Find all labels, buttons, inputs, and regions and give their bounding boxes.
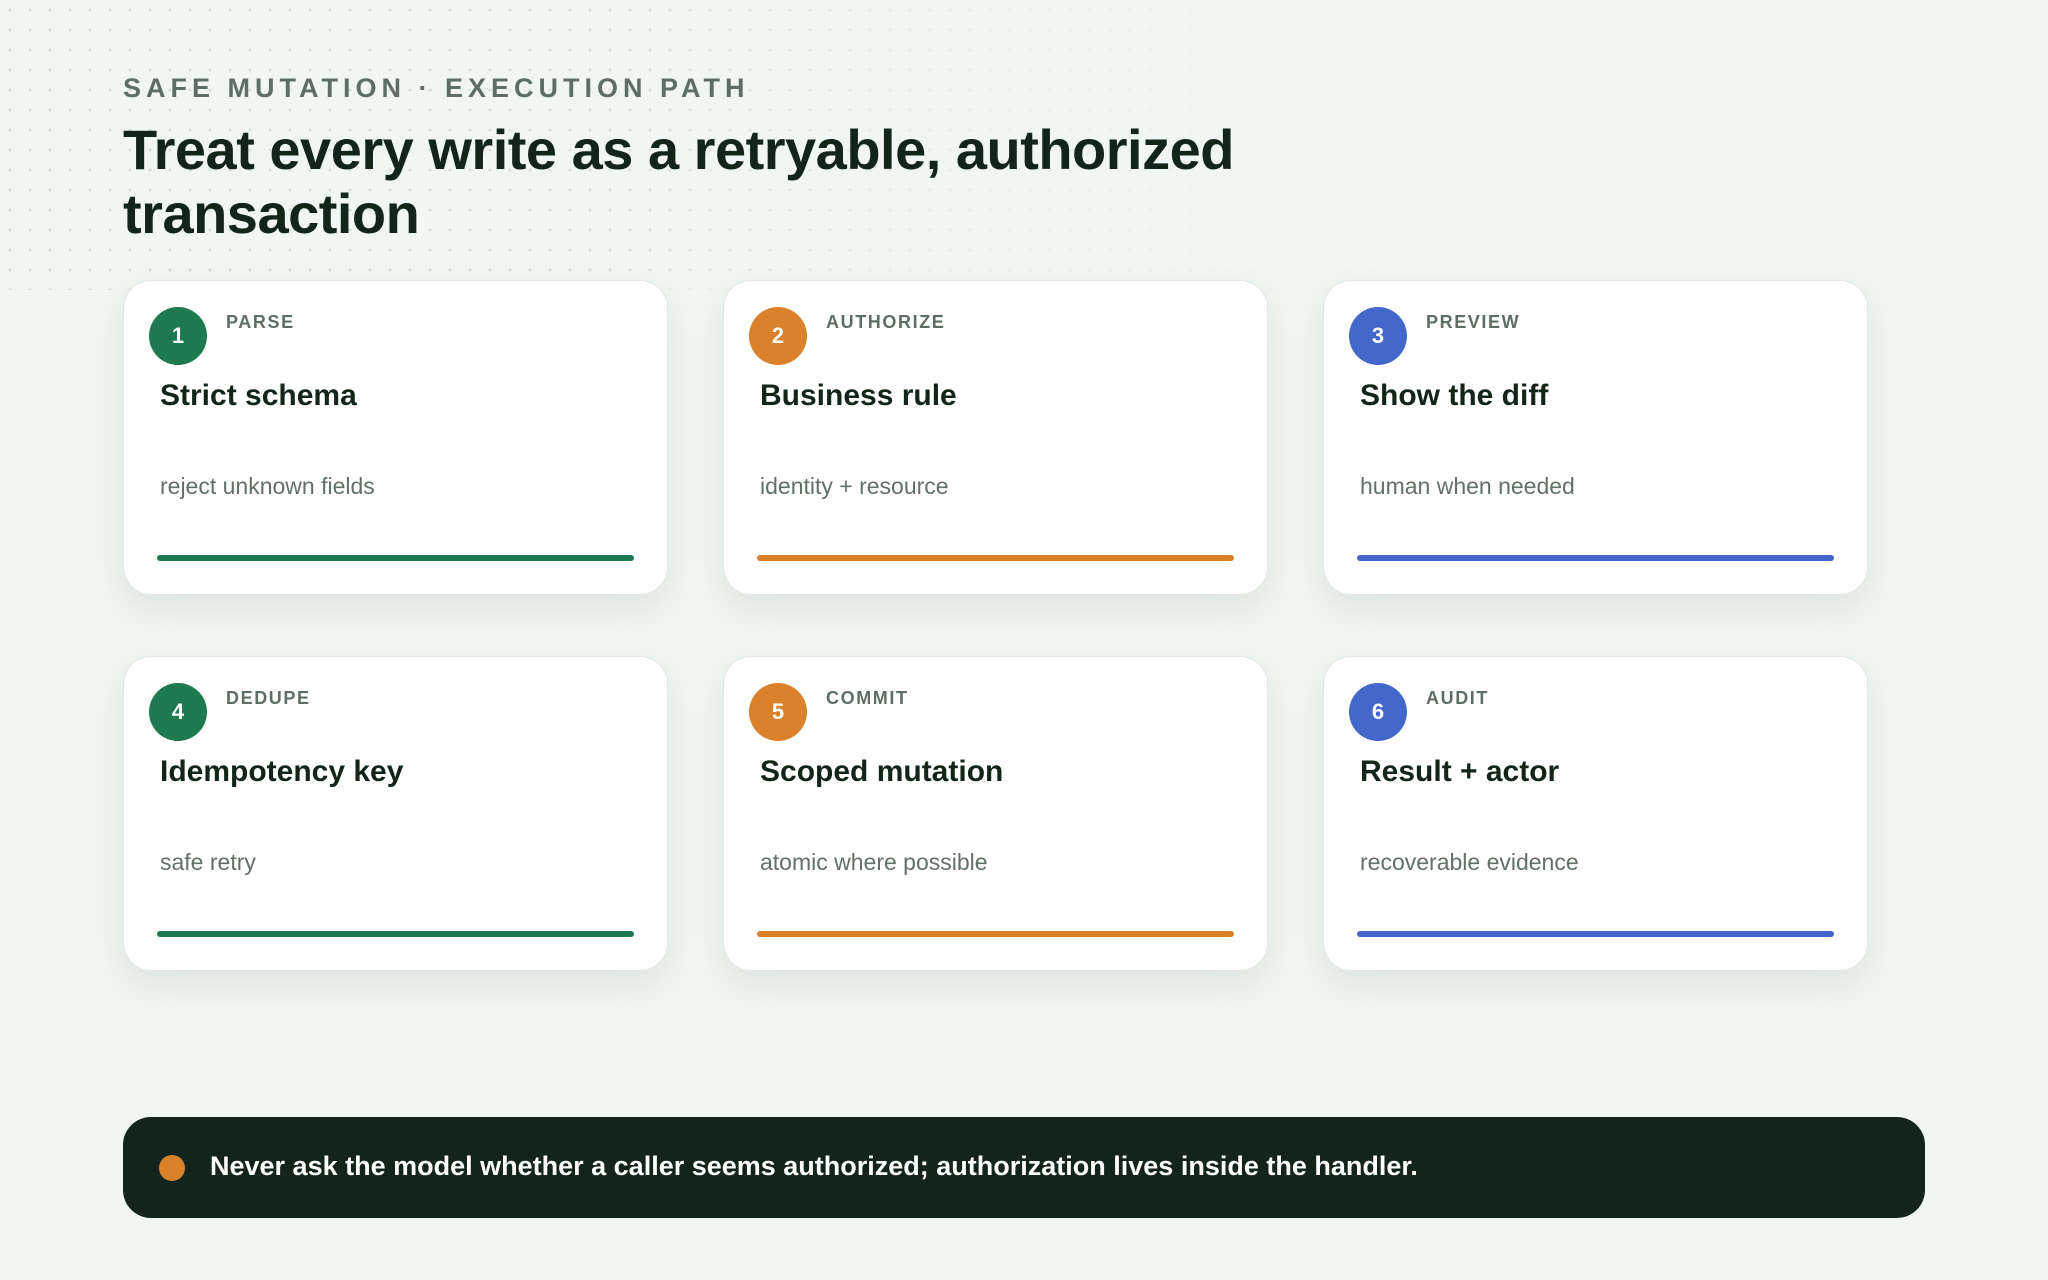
step-number-badge: 2 <box>749 307 807 365</box>
step-number-badge: 4 <box>149 683 207 741</box>
step-description: safe retry <box>160 849 256 875</box>
step-number-badge: 6 <box>1349 683 1407 741</box>
step-kicker: DEDUPE <box>226 688 311 708</box>
step-description: recoverable evidence <box>1360 849 1579 875</box>
callout-banner: Never ask the model whether a caller see… <box>123 1117 1925 1218</box>
step-kicker: COMMIT <box>826 688 909 708</box>
step-accent-bar <box>1357 555 1834 561</box>
step-card-dedupe: 4 DEDUPE Idempotency key safe retry <box>123 656 668 971</box>
step-accent-bar <box>157 555 634 561</box>
step-description: atomic where possible <box>760 849 988 875</box>
step-description: identity + resource <box>760 473 949 499</box>
step-title: Scoped mutation <box>760 755 1004 788</box>
callout-text: Never ask the model whether a caller see… <box>210 1151 1418 1181</box>
step-card-parse: 1 PARSE Strict schema reject unknown fie… <box>123 280 668 595</box>
step-kicker: PARSE <box>226 312 295 332</box>
step-title: Business rule <box>760 379 957 412</box>
step-title: Idempotency key <box>160 755 404 788</box>
step-accent-bar <box>757 555 1234 561</box>
step-accent-bar <box>1357 931 1834 937</box>
step-card-audit: 6 AUDIT Result + actor recoverable evide… <box>1323 656 1868 971</box>
step-number-badge: 3 <box>1349 307 1407 365</box>
step-title: Show the diff <box>1360 379 1549 412</box>
step-number-badge: 1 <box>149 307 207 365</box>
step-description: human when needed <box>1360 473 1575 499</box>
step-accent-bar <box>757 931 1234 937</box>
step-title: Result + actor <box>1360 755 1560 788</box>
step-card-commit: 5 COMMIT Scoped mutation atomic where po… <box>723 656 1268 971</box>
step-kicker: PREVIEW <box>1426 312 1521 332</box>
step-number-badge: 5 <box>749 683 807 741</box>
step-kicker: AUTHORIZE <box>826 312 946 332</box>
eyebrow-label: SAFE MUTATION · EXECUTION PATH <box>123 73 750 103</box>
callout-status-dot <box>159 1155 185 1181</box>
step-title: Strict schema <box>160 379 357 412</box>
step-card-preview: 3 PREVIEW Show the diff human when neede… <box>1323 280 1868 595</box>
step-kicker: AUDIT <box>1426 688 1489 708</box>
step-accent-bar <box>157 931 634 937</box>
page-title: Treat every write as a retryable, author… <box>123 118 1234 245</box>
step-card-authorize: 2 AUTHORIZE Business rule identity + res… <box>723 280 1268 595</box>
step-description: reject unknown fields <box>160 473 375 499</box>
